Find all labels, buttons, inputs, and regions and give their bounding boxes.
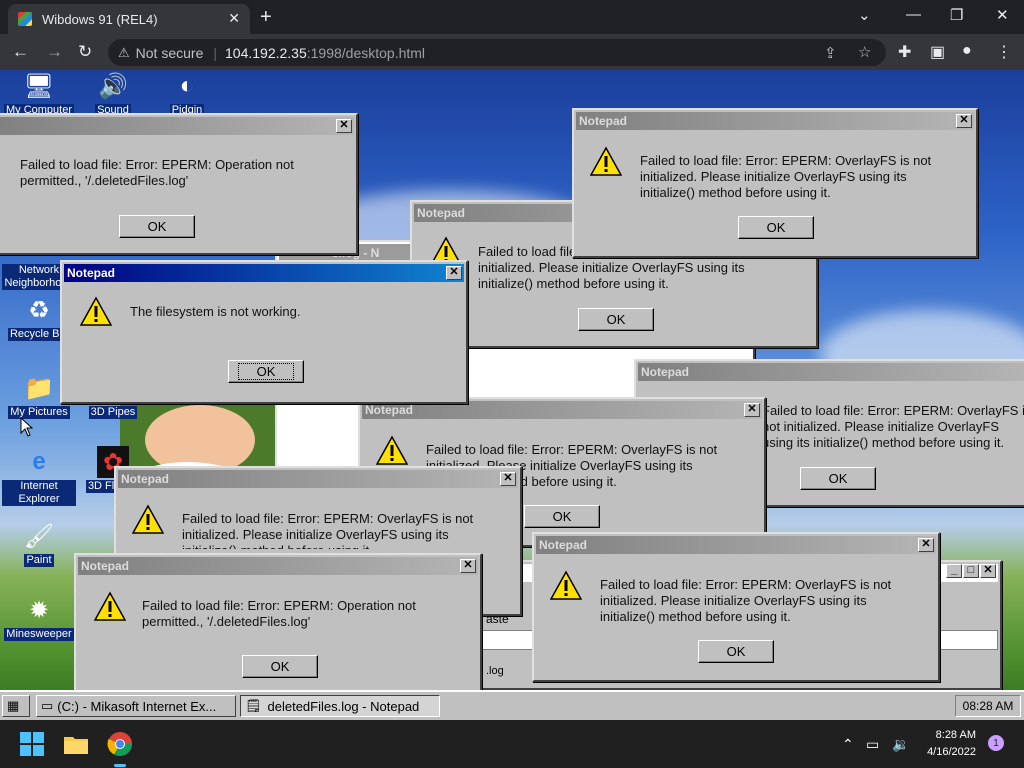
back-icon[interactable]: ← [12,42,29,62]
start-button[interactable]: ▦ [2,695,30,717]
desktop-icon-minesweeper[interactable]: ✹ Minesweeper [2,594,76,641]
maximize-button[interactable]: □ [963,564,979,578]
chrome-icon[interactable] [106,730,134,758]
tab-search-icon[interactable]: ⌄ [858,6,871,24]
error-message: Failed to load file: Error: EPERM: Opera… [20,157,294,188]
start-icon: ▦ [7,698,20,713]
warning-icon [376,435,408,465]
close-button[interactable]: ✕ [460,559,476,573]
error-message: Failed to load file: Error: EPERM: Overl… [600,577,892,624]
error-dialog[interactable]: ✕ Failed to load file: Error: EPERM: Ope… [0,113,358,255]
forward-icon[interactable]: → [46,42,63,62]
warning-icon [80,296,112,326]
taskbar-item-explorer[interactable]: ▭ (C:) - Mikasoft Internet Ex... [36,695,236,717]
extensions-icon[interactable]: ✚ [898,42,911,62]
error-message: Failed to load file: Error: EPERM: Overl… [640,153,932,200]
close-button[interactable]: ✕ [500,472,516,486]
error-dialog[interactable]: Notepad ✕ Failed to load file: Error: EP… [572,108,978,258]
share-icon[interactable]: ⇪ [824,44,837,62]
tab-title: Wibdows 91 (REL4) [42,11,158,27]
browser-tabbar: Wibdows 91 (REL4) ✕ + ⌄ — ❐ ✕ [0,0,1024,34]
warning-icon [550,570,582,600]
notepad-icon: 🗒 [245,698,262,713]
win98-clock: 08:28 AM [955,695,1021,717]
ok-button[interactable]: OK [800,467,876,490]
windows-start-icon[interactable] [18,730,46,758]
not-secure-warning-icon[interactable]: ⚠ [118,45,130,61]
ok-button[interactable]: OK [578,308,654,331]
error-dialog[interactable]: Notepad ✕ Failed to load file: Error: EP… [532,532,940,682]
close-button[interactable]: ✕ [336,119,352,133]
desktop-icon-pidgin[interactable]: ◐ Pidgin [150,70,224,117]
warning-icon [590,146,622,176]
system-date[interactable]: 4/16/2022 [910,746,976,758]
desktop-icon-internet-explorer[interactable]: e Internet Explorer [2,446,76,506]
minimize-icon[interactable]: — [906,6,921,23]
taskbar-item-notepad[interactable]: 🗒 deletedFiles.log - Notepad [240,695,440,717]
close-button[interactable]: ✕ [744,403,760,417]
pidgin-icon: ◐ [179,72,195,99]
close-button[interactable]: ✕ [918,538,934,552]
error-message: The filesystem is not working. [130,304,301,319]
desktop-icon-sound[interactable]: 🔊 Sound [76,70,150,117]
new-tab-icon[interactable]: + [260,6,272,29]
computer-icon: 🖥 [23,72,55,100]
error-message: Failed to load file: Error: EPERM: Overl… [762,403,1024,450]
desktop-icon-my-computer[interactable]: 🖥 My Computer [2,70,76,117]
tab-close-icon[interactable]: ✕ [228,10,240,27]
tray-chevron-icon[interactable]: ⌃ [842,736,854,753]
close-button[interactable]: ✕ [956,114,972,128]
internet-explorer-icon: e [32,448,46,475]
ok-button[interactable]: OK [119,215,195,238]
side-panel-icon[interactable]: ▣ [930,42,945,62]
desktop-icon-paint[interactable]: 🖌 Paint [2,520,76,567]
notification-badge[interactable]: 1 [988,735,1004,751]
warning-icon [94,591,126,621]
restore-icon[interactable]: ❐ [950,6,963,24]
volume-icon[interactable]: 🔉 [892,736,909,753]
close-button[interactable]: ✕ [446,266,462,280]
network-icon[interactable]: ▭ [866,736,879,753]
error-message: Failed to load file: Error: EPERM: Overl… [182,511,474,549]
warning-icon [132,504,164,534]
ok-button[interactable]: OK [242,655,318,678]
minimize-button[interactable]: _ [946,564,962,578]
error-dialog[interactable]: Notepad ✕ Failed to load file: Error: EP… [74,553,482,693]
drive-icon: ▭ [41,698,54,713]
paint-icon: 🖌 [23,522,55,550]
desktop[interactable]: 🖥 My Computer 🔊 Sound ◐ Pidgin 🖧 Network… [0,70,1024,720]
win98-taskbar: ▦ ▭ (C:) - Mikasoft Internet Ex... 🗒 del… [0,690,1024,720]
speaker-icon: 🔊 [98,72,128,100]
ok-button[interactable]: OK [524,505,600,528]
windows-taskbar: ⌃ ▭ 🔉 8:28 AM 4/16/2022 1 [0,720,1024,768]
folder-icon: 📁 [24,374,54,402]
recycle-bin-icon: ♻ [28,296,50,324]
profile-icon[interactable]: ● [962,42,972,60]
browser-tab[interactable]: Wibdows 91 (REL4) ✕ [8,4,250,34]
ok-button[interactable]: OK [228,360,304,383]
not-secure-label: Not secure [135,44,204,61]
mine-icon: ✹ [28,596,50,624]
system-time[interactable]: 8:28 AM [910,729,976,741]
ok-button[interactable]: OK [738,216,814,239]
close-button[interactable]: ✕ [980,564,996,578]
ok-button[interactable]: OK [698,640,774,663]
filesystem-error-dialog[interactable]: Notepad ✕ The filesystem is not working.… [60,260,468,404]
reload-icon[interactable]: ↻ [78,42,92,62]
address-bar[interactable]: ⚠ Not secure | 104.192.2.35 :1998/deskto… [108,39,886,66]
mouse-cursor-icon [20,417,34,437]
menu-icon[interactable]: ⋮ [996,42,1012,62]
tab-favicon-icon [18,12,32,26]
browser-toolbar: ← → ↻ ⚠ Not secure | 104.192.2.35 :1998/… [0,34,1024,70]
file-explorer-icon[interactable] [62,730,90,758]
url-host: 104.192.2.35 [225,44,307,61]
close-window-icon[interactable]: ✕ [996,6,1009,24]
url-path: :1998/desktop.html [306,44,426,61]
error-message: Failed to load file: Error: EPERM: Opera… [142,598,416,629]
bookmark-star-icon[interactable]: ☆ [858,43,871,61]
